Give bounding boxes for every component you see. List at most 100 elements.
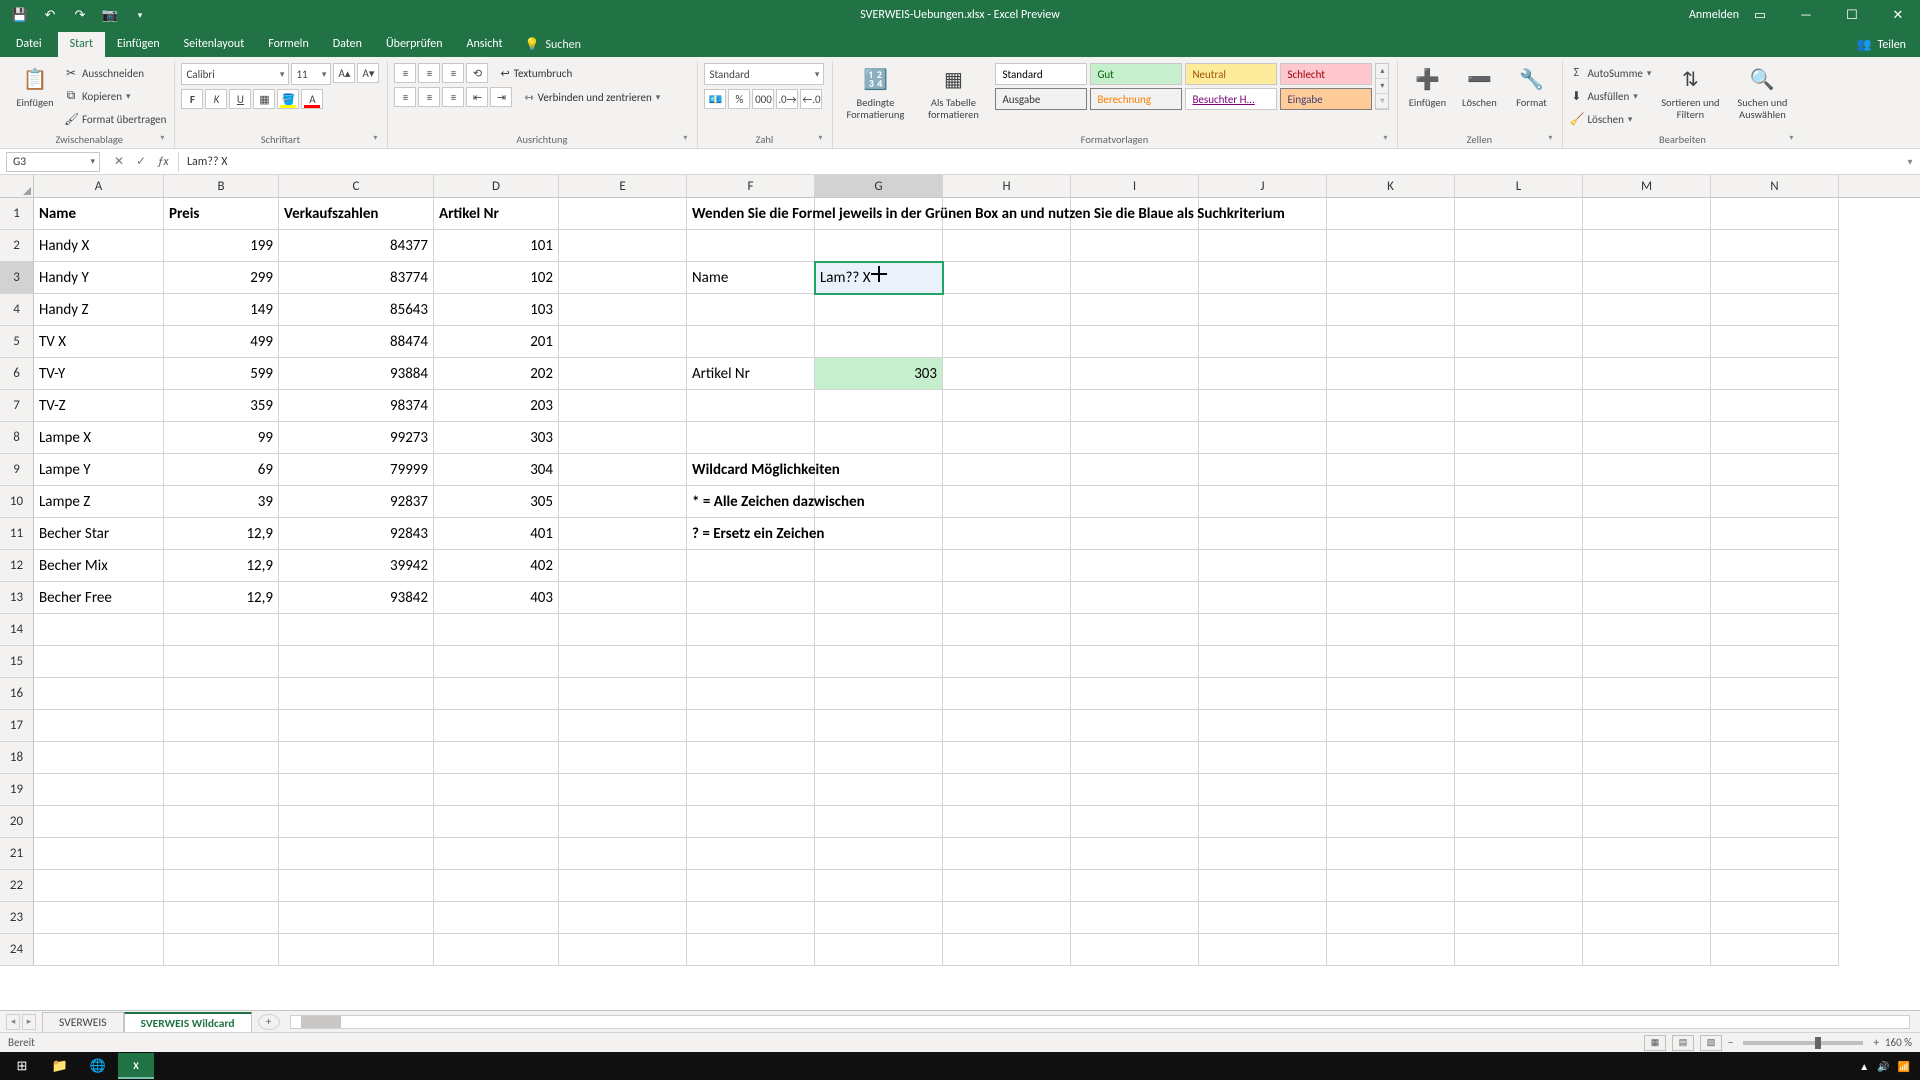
minimize-icon[interactable]: — [1784, 0, 1828, 30]
cell-E10[interactable] [559, 486, 687, 518]
cell-K17[interactable] [1327, 710, 1455, 742]
cell-B24[interactable] [164, 934, 279, 966]
style-besucht[interactable]: Besuchter H... [1185, 88, 1277, 110]
cell-I18[interactable] [1071, 742, 1199, 774]
cell-I22[interactable] [1071, 870, 1199, 902]
cell-E22[interactable] [559, 870, 687, 902]
row-header-21[interactable]: 21 [0, 838, 34, 870]
cell-N2[interactable] [1711, 230, 1839, 262]
cell-C14[interactable] [279, 614, 434, 646]
cell-A1[interactable]: Name [34, 198, 164, 230]
cut-button[interactable]: ✂Ausschneiden [64, 63, 166, 83]
cell-K8[interactable] [1327, 422, 1455, 454]
cell-L20[interactable] [1455, 806, 1583, 838]
cell-H7[interactable] [943, 390, 1071, 422]
cell-K15[interactable] [1327, 646, 1455, 678]
cell-B8[interactable]: 99 [164, 422, 279, 454]
cell-J12[interactable] [1199, 550, 1327, 582]
cell-K18[interactable] [1327, 742, 1455, 774]
fill-button[interactable]: ⬇Ausfüllen▾ [1569, 86, 1651, 106]
cell-N7[interactable] [1711, 390, 1839, 422]
cell-G11[interactable] [815, 518, 943, 550]
cell-D11[interactable]: 401 [434, 518, 559, 550]
cell-G7[interactable] [815, 390, 943, 422]
cell-M5[interactable] [1583, 326, 1711, 358]
cell-D17[interactable] [434, 710, 559, 742]
cell-N3[interactable] [1711, 262, 1839, 294]
tab-pagelayout[interactable]: Seitenlayout [172, 32, 257, 57]
cell-B5[interactable]: 499 [164, 326, 279, 358]
cell-N11[interactable] [1711, 518, 1839, 550]
cell-E21[interactable] [559, 838, 687, 870]
font-name-combo[interactable]: Calibri [181, 63, 289, 85]
cell-F4[interactable] [687, 294, 815, 326]
cell-J16[interactable] [1199, 678, 1327, 710]
style-eingabe[interactable]: Eingabe [1280, 88, 1372, 110]
cell-B16[interactable] [164, 678, 279, 710]
cell-M4[interactable] [1583, 294, 1711, 326]
cell-E6[interactable] [559, 358, 687, 390]
cell-I5[interactable] [1071, 326, 1199, 358]
col-header-C[interactable]: C [279, 175, 434, 197]
cell-B4[interactable]: 149 [164, 294, 279, 326]
cell-F7[interactable] [687, 390, 815, 422]
cell-K7[interactable] [1327, 390, 1455, 422]
cell-K21[interactable] [1327, 838, 1455, 870]
cell-M19[interactable] [1583, 774, 1711, 806]
cell-J20[interactable] [1199, 806, 1327, 838]
number-format-combo[interactable]: Standard [704, 63, 824, 85]
cell-N23[interactable] [1711, 902, 1839, 934]
col-header-B[interactable]: B [164, 175, 279, 197]
cell-I13[interactable] [1071, 582, 1199, 614]
cell-H16[interactable] [943, 678, 1071, 710]
cell-M13[interactable] [1583, 582, 1711, 614]
cell-C15[interactable] [279, 646, 434, 678]
cell-E14[interactable] [559, 614, 687, 646]
cell-D15[interactable] [434, 646, 559, 678]
cell-N5[interactable] [1711, 326, 1839, 358]
cell-H11[interactable] [943, 518, 1071, 550]
cell-K14[interactable] [1327, 614, 1455, 646]
fx-icon[interactable]: ƒx [154, 155, 172, 169]
cell-J3[interactable] [1199, 262, 1327, 294]
cell-A16[interactable] [34, 678, 164, 710]
cell-A12[interactable]: Becher Mix [34, 550, 164, 582]
zoom-out-icon[interactable]: − [1728, 1036, 1733, 1049]
cell-H3[interactable] [943, 262, 1071, 294]
col-header-E[interactable]: E [559, 175, 687, 197]
cell-G17[interactable] [815, 710, 943, 742]
cell-D20[interactable] [434, 806, 559, 838]
comma-icon[interactable]: 000 [752, 89, 774, 109]
font-size-combo[interactable]: 11 [291, 63, 331, 85]
system-tray[interactable]: ▲ 🔊 📶 [1859, 1060, 1916, 1073]
cell-M9[interactable] [1583, 454, 1711, 486]
cell-N19[interactable] [1711, 774, 1839, 806]
cell-F18[interactable] [687, 742, 815, 774]
cell-H24[interactable] [943, 934, 1071, 966]
cell-H15[interactable] [943, 646, 1071, 678]
cell-N6[interactable] [1711, 358, 1839, 390]
cell-M22[interactable] [1583, 870, 1711, 902]
cell-C16[interactable] [279, 678, 434, 710]
cell-L10[interactable] [1455, 486, 1583, 518]
cell-G14[interactable] [815, 614, 943, 646]
col-header-A[interactable]: A [34, 175, 164, 197]
cell-A3[interactable]: Handy Y [34, 262, 164, 294]
view-pagebreak-icon[interactable]: ▧ [1700, 1035, 1722, 1051]
cell-D9[interactable]: 304 [434, 454, 559, 486]
indent-decrease-icon[interactable]: ⇤ [466, 87, 488, 107]
cell-C1[interactable]: Verkaufszahlen [279, 198, 434, 230]
cell-I17[interactable] [1071, 710, 1199, 742]
row-header-7[interactable]: 7 [0, 390, 34, 422]
row-header-13[interactable]: 13 [0, 582, 34, 614]
cell-E9[interactable] [559, 454, 687, 486]
cell-C6[interactable]: 93884 [279, 358, 434, 390]
cell-K10[interactable] [1327, 486, 1455, 518]
cell-F1[interactable]: Wenden Sie die Formel jeweils in der Grü… [687, 198, 815, 230]
cell-J9[interactable] [1199, 454, 1327, 486]
cell-D8[interactable]: 303 [434, 422, 559, 454]
cell-F24[interactable] [687, 934, 815, 966]
cell-F5[interactable] [687, 326, 815, 358]
cell-A4[interactable]: Handy Z [34, 294, 164, 326]
cell-J2[interactable] [1199, 230, 1327, 262]
